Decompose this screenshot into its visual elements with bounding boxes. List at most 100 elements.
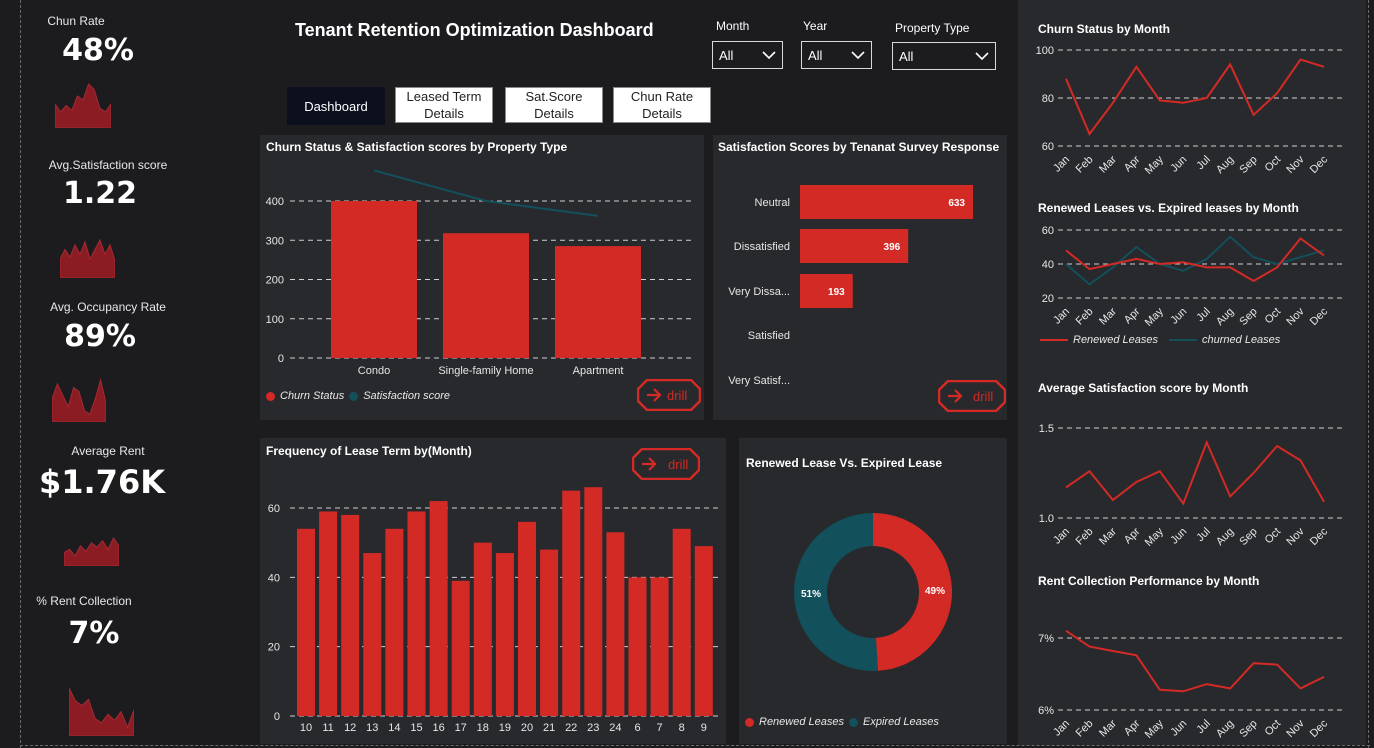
x-tick-label: Oct xyxy=(1263,718,1284,739)
bar-lease-term xyxy=(319,511,338,716)
y-tick-label: 300 xyxy=(266,235,284,247)
y-tick-label: 1.5 xyxy=(1039,423,1054,435)
x-tick-label: Apartment xyxy=(573,365,624,377)
renew-month-title: Renewed Leases vs. Expired leases by Mon… xyxy=(1038,201,1299,215)
drill-button-lease-term[interactable]: drill xyxy=(631,447,701,481)
x-tick-label: Mar xyxy=(1097,305,1119,327)
y-tick-label: 20 xyxy=(1042,293,1054,305)
x-tick-label: Nov xyxy=(1284,153,1307,176)
x-tick-label: May xyxy=(1143,525,1167,547)
property-type-legend: Churn Status Satisfaction score xyxy=(266,390,450,402)
y-category-label: Satisfied xyxy=(748,330,790,342)
month-filter-value: All xyxy=(719,48,734,63)
month-filter-select[interactable]: All xyxy=(712,41,783,69)
page-title: Tenant Retention Optimization Dashboard xyxy=(295,20,654,40)
x-tick-label: 7 xyxy=(657,722,663,734)
x-tick-label: Jul xyxy=(1194,526,1212,544)
x-tick-label: 9 xyxy=(701,722,707,734)
y-category-label: Dissatisfied xyxy=(734,241,790,253)
y-tick-label: 80 xyxy=(1042,93,1054,105)
data-label: 49% xyxy=(925,586,945,597)
kpi-label: Avg.Satisfaction score xyxy=(48,158,168,172)
x-tick-label: Jan xyxy=(1051,718,1072,739)
x-tick-label: Oct xyxy=(1263,154,1284,175)
x-tick-label: Aug xyxy=(1214,718,1236,740)
x-tick-label: Mar xyxy=(1097,525,1119,547)
line-series xyxy=(1065,629,1325,693)
x-tick-label: 6 xyxy=(634,722,640,734)
x-tick-label: Apr xyxy=(1122,153,1143,174)
legend-label-satisfaction-score: Satisfaction score xyxy=(363,390,451,402)
x-tick-label: Sep xyxy=(1237,306,1259,328)
kpi-value: 48% xyxy=(62,33,134,68)
kpi-sparkline xyxy=(55,83,111,128)
donut-chart: 49% 51% xyxy=(794,513,953,671)
bar-lease-term xyxy=(495,553,514,716)
drill-button-property[interactable]: drill xyxy=(636,378,702,412)
x-tick-label: Nov xyxy=(1284,525,1307,547)
lease-term-chart-panel: Frequency of Lease Term by(Month) 0 20 40 6… xyxy=(260,438,726,744)
y-tick-label: 6% xyxy=(1038,705,1054,717)
x-tick-label: Nov xyxy=(1284,305,1307,328)
x-tick-label: Dec xyxy=(1308,305,1331,328)
x-tick-label: Jul xyxy=(1194,306,1212,324)
nav-sat-score-details-button[interactable]: Sat.Score Details xyxy=(505,87,603,123)
y-tick-label: 1.0 xyxy=(1039,513,1054,525)
bar-lease-term xyxy=(562,490,581,716)
x-tick-label: Jun xyxy=(1168,154,1189,175)
legend-label-churned-leases: churned Leases xyxy=(1202,334,1281,346)
year-filter-value: All xyxy=(808,48,823,63)
y-tick-label: 100 xyxy=(266,314,284,326)
bar-lease-term xyxy=(407,511,426,716)
churn-month-chart: 60 80 100 Jan Feb Mar Apr May Jun Jul Aug Sep Oct Nov… xyxy=(1036,45,1346,177)
nav-leased-term-details-button[interactable]: Leased Term Details xyxy=(395,87,493,123)
monthly-trends-panel: Churn Status by Month 60 80 100 Jan Feb Mar Ap… xyxy=(1018,0,1366,745)
donut-legend: Renewed Leases Expired Leases xyxy=(745,716,939,728)
filter-label-year: Year xyxy=(803,19,828,33)
x-tick-label: 19 xyxy=(499,722,511,734)
year-filter-select[interactable]: All xyxy=(801,41,872,69)
data-label: 396 xyxy=(884,242,901,253)
y-tick-label: 0 xyxy=(278,353,284,365)
x-tick-label: May xyxy=(1143,305,1167,329)
data-label: 193 xyxy=(828,287,845,298)
legend-dot-expired xyxy=(849,717,859,727)
bar-lease-term xyxy=(473,542,492,716)
line-series xyxy=(1065,439,1325,506)
x-tick-label: 20 xyxy=(521,722,533,734)
x-tick-label: Dec xyxy=(1308,525,1331,547)
chevron-down-icon xyxy=(975,52,989,61)
kpi-sparkline xyxy=(69,687,134,736)
x-tick-label: Aug xyxy=(1214,526,1236,547)
bar-lease-term xyxy=(606,532,625,716)
y-tick-label: 100 xyxy=(1036,45,1054,57)
data-label: 51% xyxy=(801,589,821,600)
x-tick-label: 16 xyxy=(432,722,444,734)
x-tick-label: 13 xyxy=(366,722,378,734)
kpi-value: $1.76K xyxy=(38,463,165,501)
lease-term-chart: 0 20 40 60 10 11 12 13 14 15 16 17 18 19 20 21 22 23 24 6 7 8… xyxy=(268,487,718,734)
drill-button-survey[interactable]: drill xyxy=(937,379,1007,413)
x-tick-label: 10 xyxy=(300,722,312,734)
x-tick-label: 24 xyxy=(609,722,621,734)
x-tick-label: Single-family Home xyxy=(438,365,533,377)
donut-chart-panel: Renewed Lease Vs. Expired Lease 49% 51% R… xyxy=(739,438,1007,744)
bar-lease-term xyxy=(518,521,536,716)
kpi-label: Chun Rate xyxy=(47,14,105,28)
x-tick-label: 11 xyxy=(322,722,333,734)
y-tick-label: 0 xyxy=(274,711,280,723)
property-type-filter-select[interactable]: All xyxy=(892,42,996,70)
x-tick-label: Aug xyxy=(1214,154,1236,176)
legend-swatch-churned xyxy=(1169,339,1198,341)
legend-label-renewed-leases: Renewed Leases xyxy=(1073,334,1159,346)
bar-lease-term xyxy=(694,546,713,716)
kpi-label: % Rent Collection xyxy=(36,594,132,608)
x-tick-label: Feb xyxy=(1074,718,1096,740)
rent-month-title: Rent Collection Performance by Month xyxy=(1038,574,1260,588)
sat-month-chart: 1.0 1.5 Jan Feb Mar Apr May Jun Jul Aug Sep Oct Nov D… xyxy=(1039,423,1346,547)
nav-dashboard-button[interactable]: Dashboard xyxy=(287,87,385,125)
bar-survey-response xyxy=(800,185,973,219)
x-tick-label: Condo xyxy=(358,365,390,377)
nav-chun-rate-details-button[interactable]: Chun Rate Details xyxy=(613,87,711,123)
legend-label-expired: Expired Leases xyxy=(863,716,939,728)
